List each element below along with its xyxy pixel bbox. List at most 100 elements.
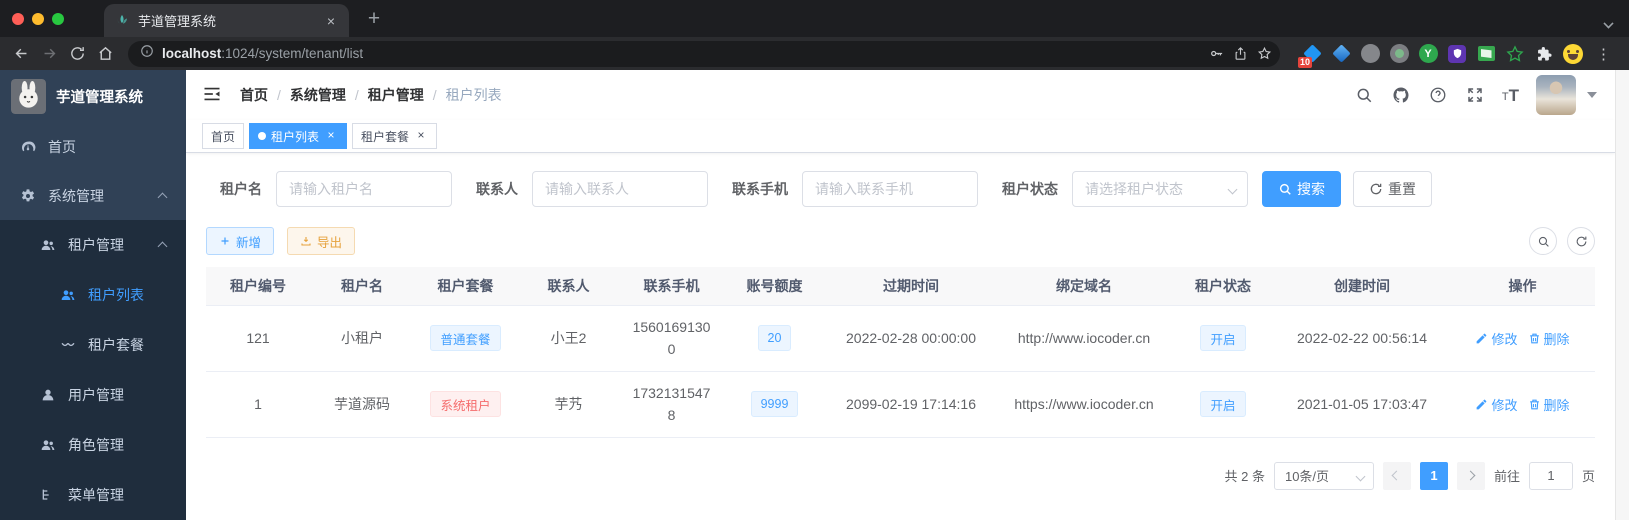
download-icon [301, 237, 311, 246]
sidebar-item-home[interactable]: 首页 [0, 123, 186, 172]
help-icon[interactable] [1428, 85, 1448, 105]
cell-tenant-name: 芋道源码 [310, 371, 414, 438]
export-button[interactable]: 导出 [287, 227, 356, 255]
sidebar-item-menu[interactable]: 菜单管理 [0, 470, 186, 520]
extensions-puzzle-icon[interactable] [1534, 44, 1554, 64]
tab-search-chevron-icon[interactable] [1604, 18, 1613, 27]
status-tag: 开启 [1200, 391, 1246, 417]
url-text[interactable]: localhost:1024/system/tenant/list [162, 46, 1204, 61]
tag-tenant-list[interactable]: 租户列表 [249, 123, 348, 149]
edit-link[interactable]: 修改 [1475, 395, 1518, 414]
page-unit-label: 页 [1581, 469, 1595, 484]
cell-quota: 9999 [723, 371, 826, 438]
extension-grey-circle-icon[interactable] [1360, 44, 1380, 64]
window-close-button[interactable] [12, 12, 24, 25]
cell-tenant-name: 小租户 [310, 305, 414, 372]
sidebar-collapse-icon[interactable] [202, 84, 224, 106]
edit-pencil-icon [1477, 399, 1487, 409]
password-key-icon[interactable] [1204, 43, 1228, 65]
page-number-1[interactable]: 1 [1419, 461, 1448, 490]
sidebar-item-system[interactable]: 系统管理 [0, 171, 186, 220]
contact-input[interactable] [532, 171, 708, 207]
sidebar-item-user[interactable]: 用户管理 [0, 370, 186, 420]
forward-button[interactable] [38, 43, 60, 65]
sidebar-item-tenant[interactable]: 租户管理 [0, 220, 186, 270]
sidebar-item-tenant-list[interactable]: 租户列表 [0, 270, 186, 320]
home-button[interactable] [94, 43, 116, 65]
scrollbar-track[interactable] [1615, 70, 1629, 520]
avatar-dropdown-caret-icon[interactable] [1587, 92, 1597, 98]
col-status: 租户状态 [1172, 267, 1274, 306]
reload-button[interactable] [66, 43, 88, 65]
new-tab-button[interactable] [361, 7, 387, 31]
next-page-button[interactable] [1456, 461, 1485, 490]
extension-grey-green-icon[interactable] [1389, 44, 1409, 64]
font-size-icon[interactable] [1502, 87, 1519, 104]
delete-link[interactable]: 删除 [1528, 329, 1570, 348]
main-area: 首页 系统管理 租户管理 租户列表 首页 租户列表 租户套餐 租户名 [186, 70, 1629, 520]
site-info-icon[interactable] [140, 44, 154, 63]
gear-icon [20, 188, 36, 204]
extension-shield-icon[interactable] [1447, 44, 1467, 64]
col-created: 创建时间 [1274, 267, 1450, 306]
share-icon[interactable] [1228, 43, 1252, 65]
mobile-label: 联系手机 [732, 181, 788, 197]
page-content: 租户名 联系人 联系手机 租户状态 请选择租户状态 搜索 重置 新增 导出 [186, 153, 1615, 520]
status-select[interactable]: 请选择租户状态 [1072, 171, 1248, 207]
search-icon[interactable] [1354, 85, 1374, 105]
breadcrumb-tenant[interactable]: 租户管理 [368, 85, 446, 105]
sidebar-item-tenant-package[interactable]: 租户套餐 [0, 320, 186, 370]
page-size-select[interactable]: 10条/页 [1273, 461, 1374, 490]
tab-close-icon[interactable] [323, 13, 339, 29]
address-bar[interactable]: localhost:1024/system/tenant/list [128, 40, 1280, 67]
fullscreen-icon[interactable] [1465, 85, 1485, 105]
refresh-table-button[interactable] [1567, 227, 1595, 255]
mobile-input[interactable] [802, 171, 978, 207]
tag-home[interactable]: 首页 [202, 123, 245, 149]
browser-tab[interactable]: 芋道管理系统 [104, 4, 349, 37]
browser-menu-icon[interactable] [1592, 45, 1615, 63]
window-minimize-button[interactable] [32, 12, 44, 25]
breadcrumb-home[interactable]: 首页 [240, 85, 290, 105]
col-expire: 过期时间 [826, 267, 996, 306]
chevron-down-icon [1355, 471, 1366, 481]
cell-quota: 20 [723, 305, 826, 372]
tag-close-icon[interactable] [414, 129, 428, 143]
bookmark-star-icon[interactable] [1252, 43, 1276, 65]
sidebar-logo[interactable]: 芋道管理系统 [0, 70, 186, 123]
window-zoom-button[interactable] [52, 12, 64, 25]
extension-wallet-icon[interactable]: 10 [1298, 44, 1322, 68]
extension-green-y-icon[interactable]: Y [1418, 44, 1438, 64]
github-icon[interactable] [1391, 85, 1411, 105]
cell-contact: 芋艿 [517, 371, 620, 438]
reset-button[interactable]: 重置 [1353, 171, 1432, 207]
search-button[interactable]: 搜索 [1262, 171, 1341, 207]
extension-photo-icon[interactable] [1476, 44, 1496, 64]
add-button[interactable]: 新增 [206, 227, 275, 255]
chevron-up-icon [157, 241, 168, 252]
table-toolbar: 新增 导出 [206, 227, 1595, 255]
profile-avatar-icon[interactable] [1563, 43, 1583, 64]
extension-gem-icon[interactable] [1331, 44, 1351, 64]
extension-star-icon[interactable] [1505, 44, 1525, 64]
tag-close-icon[interactable] [324, 129, 338, 143]
sidebar-item-role[interactable]: 角色管理 [0, 420, 186, 470]
chevron-left-icon [1392, 470, 1402, 481]
edit-link[interactable]: 修改 [1475, 329, 1518, 348]
tenant-name-input[interactable] [276, 171, 452, 207]
back-button[interactable] [10, 43, 32, 65]
col-tenant-id: 租户编号 [206, 267, 310, 306]
pagination: 共 2 条 10条/页 1 前往 页 [206, 461, 1595, 490]
prev-page-button[interactable] [1382, 461, 1411, 490]
breadcrumb-system[interactable]: 系统管理 [290, 85, 368, 105]
toggle-search-button[interactable] [1529, 227, 1557, 255]
user-icon [40, 387, 56, 403]
goto-page-input[interactable] [1528, 461, 1573, 490]
navbar-actions [1354, 75, 1597, 115]
tag-tenant-package[interactable]: 租户套餐 [352, 123, 438, 149]
user-avatar[interactable] [1536, 75, 1576, 115]
goto-label: 前往 [1493, 469, 1520, 484]
favicon-plant-icon [117, 14, 127, 24]
delete-link[interactable]: 删除 [1528, 395, 1570, 414]
cell-mobile: 17321315478 [620, 371, 723, 438]
